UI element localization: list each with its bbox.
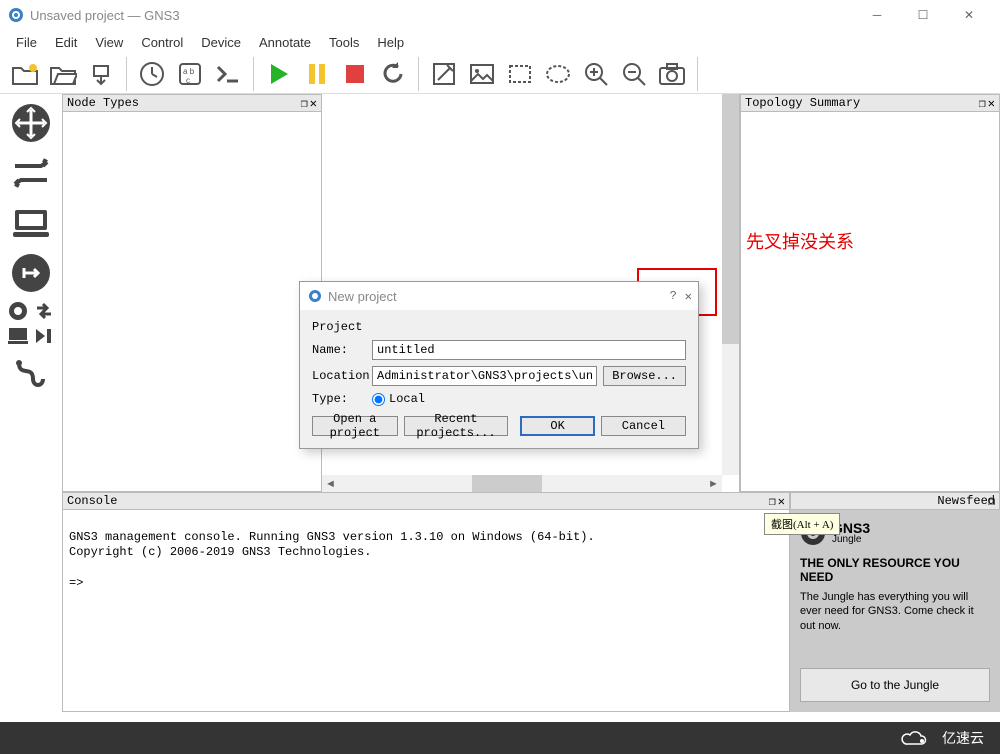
draw-rectangle-icon[interactable] <box>503 57 537 91</box>
recent-projects-button[interactable]: Recent projects... <box>404 416 509 436</box>
stop-icon[interactable] <box>338 57 372 91</box>
window-titlebar: Unsaved project — GNS3 ─ ☐ ✕ <box>0 0 1000 30</box>
device-skip-icon[interactable] <box>33 326 55 346</box>
type-local-radio[interactable]: Local <box>372 392 432 406</box>
open-project-icon[interactable] <box>46 57 80 91</box>
console-panel: Console ❐✕ GNS3 management console. Runn… <box>62 492 790 712</box>
canvas-vertical-scrollbar[interactable] <box>722 94 739 475</box>
node-types-title: Node Types <box>67 96 139 110</box>
topology-summary-body[interactable] <box>740 112 1000 492</box>
draw-ellipse-icon[interactable] <box>541 57 575 91</box>
dialog-section-label: Project <box>312 320 686 334</box>
zoom-in-icon[interactable] <box>579 57 613 91</box>
menu-view[interactable]: View <box>87 33 131 52</box>
newsfeed-text: The Jungle has everything you will ever … <box>800 590 990 633</box>
svg-text:c: c <box>186 76 190 85</box>
toolbar: a bc <box>0 54 1000 94</box>
newsfeed-heading: THE ONLY RESOURCE YOU NEED <box>800 556 990 584</box>
maximize-button[interactable]: ☐ <box>900 0 946 30</box>
topology-close-icon[interactable]: ✕ <box>988 96 995 111</box>
console-title: Console <box>67 494 117 508</box>
cancel-button[interactable]: Cancel <box>601 416 686 436</box>
play-icon[interactable] <box>262 57 296 91</box>
end-devices-icon[interactable] <box>8 200 54 246</box>
cloud-logo-icon <box>898 727 932 749</box>
menu-edit[interactable]: Edit <box>47 33 85 52</box>
newsfeed-brand2: Jungle <box>832 535 870 545</box>
newsfeed-body: GNS3 Jungle THE ONLY RESOURCE YOU NEED T… <box>790 510 1000 712</box>
browse-button[interactable]: Browse... <box>603 366 686 386</box>
open-project-button[interactable]: Open a project <box>312 416 398 436</box>
reload-icon[interactable] <box>376 57 410 91</box>
switch-devices-icon[interactable] <box>8 150 54 196</box>
new-project-dialog: New project ? ✕ Project Name: Location: … <box>299 281 699 449</box>
location-input[interactable] <box>372 366 597 386</box>
name-input[interactable] <box>372 340 686 360</box>
dialog-help-icon[interactable]: ? <box>670 289 677 304</box>
new-project-icon[interactable] <box>8 57 42 91</box>
show-names-icon[interactable]: a bc <box>173 57 207 91</box>
node-types-close-icon[interactable]: ✕ <box>310 96 317 111</box>
menu-help[interactable]: Help <box>369 33 412 52</box>
insert-image-icon[interactable] <box>465 57 499 91</box>
zoom-out-icon[interactable] <box>617 57 651 91</box>
device-toolbar <box>0 94 62 492</box>
console-close-icon[interactable]: ✕ <box>778 494 785 509</box>
window-title: Unsaved project — GNS3 <box>30 8 180 23</box>
save-project-icon[interactable] <box>84 57 118 91</box>
dialog-close-icon[interactable]: ✕ <box>685 289 692 304</box>
screenshot-icon[interactable] <box>655 57 689 91</box>
screenshot-tooltip: 截图(Alt + A) <box>764 513 840 535</box>
type-local-radio-input[interactable] <box>372 393 385 406</box>
go-to-jungle-button[interactable]: Go to the Jungle <box>800 668 990 702</box>
app-icon <box>8 7 24 23</box>
type-local-label: Local <box>389 392 425 406</box>
topology-summary-title: Topology Summary <box>745 96 860 110</box>
pause-icon[interactable] <box>300 57 334 91</box>
console-dock-icon[interactable]: ❐ <box>769 494 776 509</box>
node-types-body[interactable] <box>62 112 322 492</box>
footer-brand: 亿速云 <box>942 728 984 748</box>
newsfeed-title-text: Newsfeed <box>937 494 995 508</box>
location-label: Location: <box>312 369 372 383</box>
dialog-title: New project <box>328 289 397 304</box>
console-body[interactable]: GNS3 management console. Running GNS3 ve… <box>62 510 790 712</box>
bottom-area: Console ❐✕ GNS3 management console. Runn… <box>62 492 1000 712</box>
annotate-note-icon[interactable] <box>427 57 461 91</box>
node-types-panel: Node Types ❐✕ <box>62 94 322 492</box>
type-label: Type: <box>312 392 372 406</box>
menubar: File Edit View Control Device Annotate T… <box>0 30 1000 54</box>
console-line-1: GNS3 management console. Running GNS3 ve… <box>69 530 595 544</box>
menu-tools[interactable]: Tools <box>321 33 367 52</box>
menu-device[interactable]: Device <box>193 33 249 52</box>
annotation-label: 先叉掉没关系 <box>746 228 854 254</box>
all-devices-icon[interactable] <box>7 300 29 322</box>
console-icon[interactable] <box>211 57 245 91</box>
name-label: Name: <box>312 343 372 357</box>
add-link-icon[interactable] <box>8 350 54 396</box>
menu-annotate[interactable]: Annotate <box>251 33 319 52</box>
console-prompt: => <box>69 576 83 590</box>
page-footer: 亿速云 <box>0 722 1000 754</box>
minimize-button[interactable]: ─ <box>854 0 900 30</box>
svg-text:a b: a b <box>183 67 195 76</box>
topology-summary-panel: Topology Summary ❐✕ <box>740 94 1000 492</box>
topology-dock-icon[interactable]: ❐ <box>979 96 986 111</box>
security-devices-icon[interactable] <box>8 250 54 296</box>
device-host-icon[interactable] <box>7 326 29 346</box>
device-sync-icon[interactable] <box>33 300 55 322</box>
ok-button[interactable]: OK <box>520 416 594 436</box>
menu-control[interactable]: Control <box>133 33 191 52</box>
menu-file[interactable]: File <box>8 33 45 52</box>
node-types-dock-icon[interactable]: ❐ <box>301 96 308 111</box>
canvas-horizontal-scrollbar[interactable] <box>322 475 722 492</box>
close-button[interactable]: ✕ <box>946 0 992 30</box>
router-devices-icon[interactable] <box>8 100 54 146</box>
dialog-app-icon <box>308 289 322 303</box>
snapshot-icon[interactable] <box>135 57 169 91</box>
console-line-2: Copyright (c) 2006-2019 GNS3 Technologie… <box>69 545 371 559</box>
